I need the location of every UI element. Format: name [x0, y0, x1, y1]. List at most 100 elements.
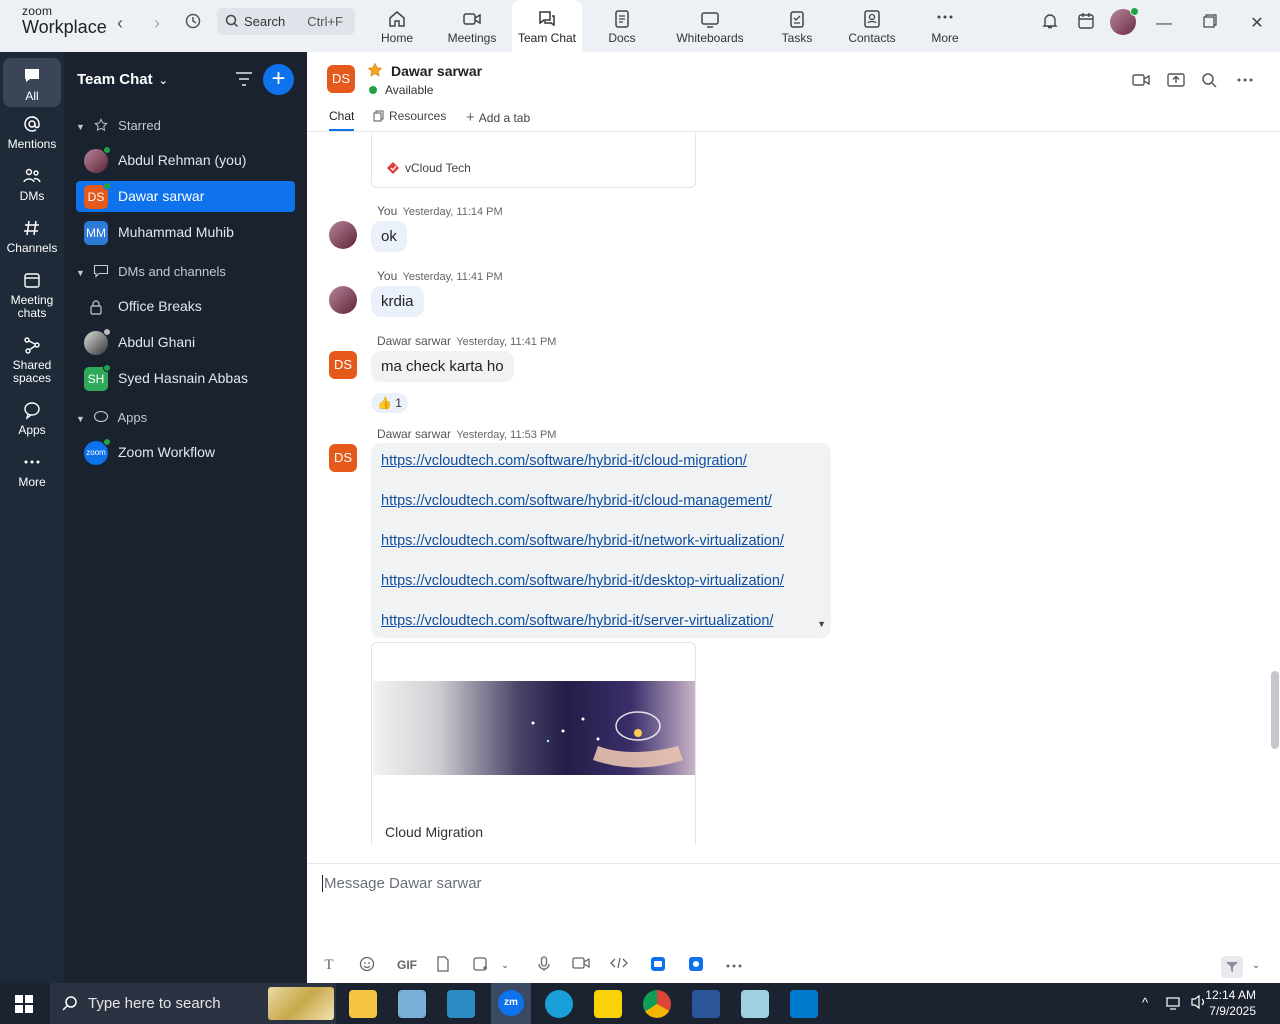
add-tab-button[interactable]: + Add a tab [466, 109, 530, 126]
scrollbar-thumb[interactable] [1271, 671, 1279, 749]
message-bubble[interactable]: ma check karta ho [371, 351, 514, 382]
taskbar-search[interactable]: Type here to search [50, 983, 336, 1024]
zoom-taskbar-icon[interactable]: zm [491, 983, 531, 1024]
avatar[interactable] [329, 221, 357, 249]
message-bubble[interactable]: ok [371, 221, 407, 252]
section-apps[interactable]: ▼ Apps [76, 410, 147, 425]
tab-team-chat[interactable]: Team Chat [512, 0, 582, 52]
close-icon[interactable]: ✕ [1245, 12, 1269, 36]
app-blue-icon[interactable] [687, 956, 705, 974]
profile-avatar[interactable] [1110, 7, 1139, 35]
edge-browser-icon[interactable] [545, 990, 573, 1018]
tab-contacts[interactable]: Contacts [837, 0, 907, 52]
section-starred[interactable]: ▼ Starred [76, 118, 161, 133]
more-options-icon[interactable] [1235, 70, 1255, 90]
message-list[interactable]: vCloud Tech You Yesterday, 11:14 PM ok Y… [307, 133, 1280, 845]
rail-item-mentions[interactable]: Mentions [0, 114, 64, 151]
microphone-icon[interactable] [535, 956, 553, 974]
expand-caret-icon[interactable]: ▼ [817, 619, 826, 629]
chevron-down-icon[interactable]: ⌄ [496, 956, 514, 974]
tab-home[interactable]: Home [362, 0, 432, 52]
video-clip-icon[interactable] [572, 956, 590, 974]
sidebar-item-dawar-sarwar[interactable]: DS Dawar sarwar [76, 181, 295, 212]
sidebar-title[interactable]: Team Chat ⌄ [77, 71, 168, 88]
link-cloud-management[interactable]: https://vcloudtech.com/software/hybrid-i… [381, 493, 772, 509]
app-icon[interactable] [447, 990, 475, 1018]
app-blue-icon[interactable] [649, 956, 667, 974]
tab-tasks[interactable]: Tasks [762, 0, 832, 52]
chevron-down-icon[interactable]: ⌄ [1247, 956, 1265, 974]
section-dms-and-channels[interactable]: ▼ DMs and channels [76, 264, 226, 279]
message-input[interactable]: Message Dawar sarwar [322, 875, 482, 892]
search-icon[interactable] [1199, 70, 1219, 90]
windows-start-icon[interactable] [15, 995, 33, 1018]
gif-button[interactable]: GIF [395, 956, 419, 974]
rail-item-dms[interactable]: DMs [0, 166, 64, 203]
link-desktop-virtualization[interactable]: https://vcloudtech.com/software/hybrid-i… [381, 573, 784, 589]
contact-avatar[interactable]: DS [329, 351, 357, 379]
message-bubble-links[interactable]: https://vcloudtech.com/software/hybrid-i… [371, 443, 831, 638]
sidebar-item-abdul-rehman[interactable]: Abdul Rehman (you) [76, 145, 295, 176]
tab-resources[interactable]: Resources [373, 109, 446, 123]
rail-item-channels[interactable]: Channels [0, 218, 64, 255]
send-icon[interactable] [1221, 956, 1243, 978]
tab-chat[interactable]: Chat [329, 109, 355, 131]
video-call-icon[interactable] [1131, 70, 1151, 90]
tab-whiteboards[interactable]: Whiteboards [674, 0, 746, 52]
sidebar-item-abdul-ghani[interactable]: Abdul Ghani [76, 327, 295, 358]
search-box[interactable]: Search Ctrl+F [217, 8, 355, 35]
code-snippet-icon[interactable] [610, 956, 628, 974]
contact-avatar[interactable]: DS [327, 65, 355, 93]
forward-arrow-icon[interactable]: › [146, 12, 168, 34]
sidebar-item-zoom-workflow[interactable]: zoom Zoom Workflow [76, 437, 295, 468]
file-icon[interactable] [434, 956, 452, 974]
rail-item-all[interactable]: All [3, 58, 61, 107]
emoji-icon[interactable] [358, 956, 376, 974]
calendar-icon[interactable] [1074, 12, 1098, 36]
sidebar-item-muhammad-muhib[interactable]: MM Muhammad Muhib [76, 217, 295, 248]
link-preview-card[interactable]: Cloud Migration [371, 642, 696, 845]
word-icon[interactable] [692, 990, 720, 1018]
star-filled-icon[interactable] [367, 62, 383, 78]
tab-docs[interactable]: Docs [587, 0, 657, 52]
sidebar-item-office-breaks[interactable]: Office Breaks [76, 291, 295, 322]
rail-item-more[interactable]: More [0, 452, 64, 489]
message-composer[interactable]: Message Dawar sarwar T GIF ⌄ ⌄ [307, 863, 1280, 983]
back-arrow-icon[interactable]: ‹ [109, 12, 131, 34]
restore-icon[interactable] [1198, 12, 1222, 36]
history-icon[interactable] [182, 12, 204, 34]
contact-name[interactable]: Dawar sarwar [391, 63, 482, 79]
rail-item-meeting-chats[interactable]: Meeting chats [0, 270, 64, 320]
snipping-tool-icon[interactable] [398, 990, 426, 1018]
screenshot-icon[interactable] [471, 956, 489, 974]
link-cloud-migration[interactable]: https://vcloudtech.com/software/hybrid-i… [381, 453, 747, 469]
rail-item-apps[interactable]: Apps [0, 400, 64, 437]
system-clock[interactable]: 12:14 AM 7/9/2025 [1205, 987, 1256, 1019]
sticky-notes-icon[interactable] [594, 990, 622, 1018]
link-server-virtualization[interactable]: https://vcloudtech.com/software/hybrid-i… [381, 613, 773, 629]
filter-icon[interactable] [234, 70, 254, 88]
avatar[interactable] [329, 286, 357, 314]
contact-avatar[interactable]: DS [329, 444, 357, 472]
file-explorer-icon[interactable] [349, 990, 377, 1018]
network-icon[interactable] [1166, 995, 1184, 1016]
format-text-icon[interactable]: T [320, 956, 338, 974]
tab-meetings[interactable]: Meetings [437, 0, 507, 52]
message-bubble[interactable]: krdia [371, 286, 424, 317]
share-screen-icon[interactable] [1166, 70, 1186, 90]
chrome-browser-icon[interactable] [643, 990, 671, 1018]
bell-icon[interactable] [1038, 12, 1062, 36]
tab-more[interactable]: More [910, 0, 980, 52]
chevron-up-icon[interactable]: ^ [1142, 995, 1148, 1010]
vscode-icon[interactable] [790, 990, 818, 1018]
link-preview-card[interactable]: vCloud Tech [371, 133, 696, 188]
new-chat-button[interactable]: + [263, 64, 294, 95]
rail-item-shared-spaces[interactable]: Shared spaces [0, 335, 64, 385]
minimize-icon[interactable]: — [1152, 12, 1176, 36]
preview-title[interactable]: Cloud Migration [385, 824, 483, 840]
reaction-thumbs-up[interactable]: 👍 1 [371, 393, 408, 413]
link-network-virtualization[interactable]: https://vcloudtech.com/software/hybrid-i… [381, 533, 784, 549]
scrollbar[interactable] [1270, 133, 1280, 845]
more-options-icon[interactable] [725, 956, 743, 974]
sidebar-item-syed-hasnain-abbas[interactable]: SH Syed Hasnain Abbas [76, 363, 295, 394]
